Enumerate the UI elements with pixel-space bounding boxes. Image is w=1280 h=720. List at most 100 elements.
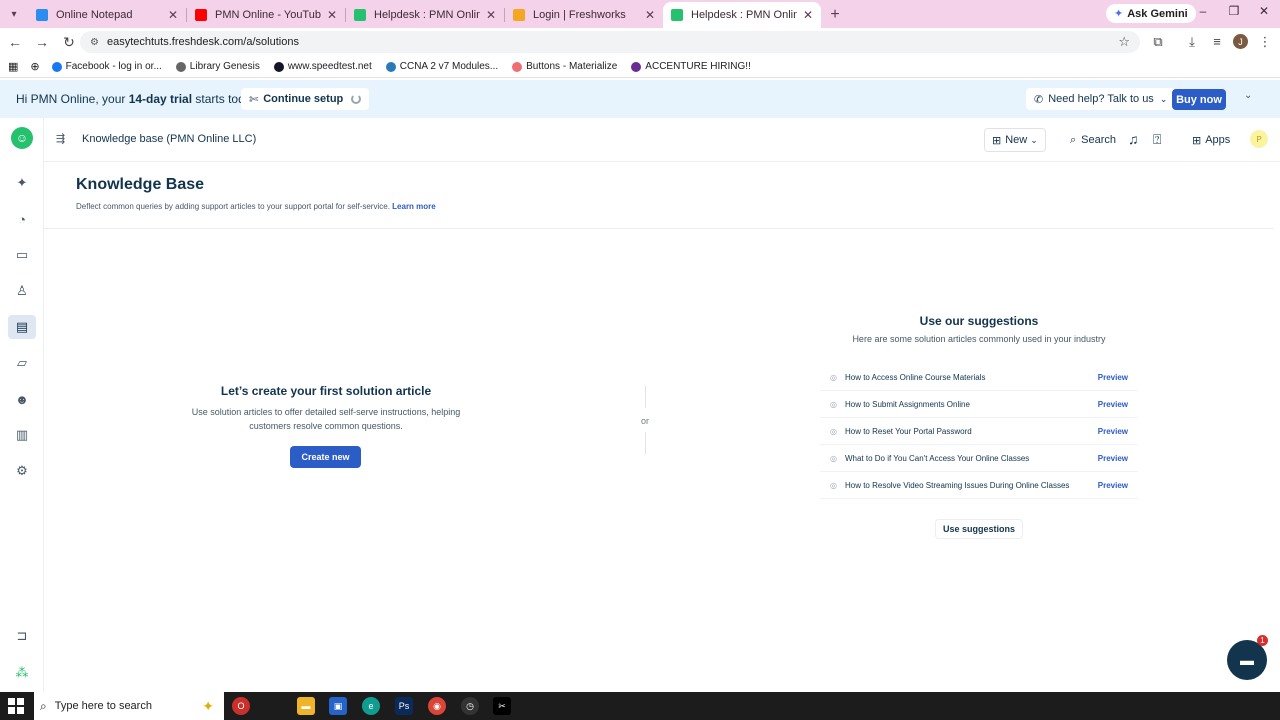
capcut-icon[interactable]: ✂ [493,697,511,715]
opera-icon[interactable]: O [232,697,250,715]
user-avatar[interactable]: P [1250,130,1268,148]
tab-title: Login | Freshworks [533,9,626,21]
freshworks-apps-icon[interactable]: ⁂ [12,663,32,683]
preview-link[interactable]: Preview [1098,427,1128,436]
store-icon[interactable]: ▣ [329,697,347,715]
bookmark-star-icon[interactable]: ☆ [1118,34,1130,50]
browser-tab[interactable]: Helpdesk : PMN Online LLC ✕ [346,2,504,28]
suggestion-title: How to Access Online Course Materials [844,372,986,382]
url-text[interactable]: easytechtuts.freshdesk.com/a/solutions [107,36,299,48]
edge-icon[interactable]: e [362,697,380,715]
create-new-button[interactable]: Create new [290,446,361,468]
freshdesk-logo-icon[interactable]: ☺ [11,127,33,149]
bookmark-label: CCNA 2 v7 Modules... [399,61,499,72]
bookmark-item[interactable]: ACCENTURE HIRING!! [631,61,751,72]
bookmark-item[interactable]: Facebook - log in or... [51,61,162,72]
forward-icon[interactable]: → [30,34,54,50]
preview-link[interactable]: Preview [1098,454,1128,463]
search-icon: ⌕ [40,698,47,713]
tab-close-icon[interactable]: ✕ [327,8,337,22]
sidebar-item-tickets-icon[interactable]: ▭ [12,245,32,265]
kb-menu-icon[interactable]: ⇶ [56,132,65,145]
reload-icon[interactable]: ↻ [57,34,81,51]
suggestions-list: ◎ How to Access Online Course Materials Pr… [820,364,1138,499]
media-player-icon[interactable]: ◷ [461,697,479,715]
tab-close-icon[interactable]: ✕ [486,8,496,22]
bookmark-label: Buttons - Materialize [526,61,618,72]
chrome-icon[interactable]: ◉ [428,697,446,715]
minimize-icon[interactable]: – [1193,4,1213,18]
sidebar-item-ai-icon[interactable]: ✦ [12,173,32,193]
apps-grid-icon[interactable]: ▦ [8,60,18,73]
bookmark-item[interactable]: www.speedtest.net [273,61,372,72]
browser-tab[interactable]: PMN Online - YouTube ✕ [187,2,345,28]
sidebar-item-contacts-icon[interactable]: ♙ [12,281,32,301]
sidebar-item-forums-icon[interactable]: ▱ [12,353,32,373]
search-button[interactable]: ⌕ Search [1062,128,1125,152]
sidebar-expand-icon[interactable]: ⊐ [12,626,32,646]
sidebar-item-bots-icon[interactable]: ☻ [12,389,32,409]
download-icon[interactable]: ⤓ [1183,34,1201,50]
browser-tab[interactable]: Helpdesk : PMN Online LLC ✕ [663,2,821,28]
tab-search-icon[interactable]: ▾ [0,0,28,28]
apps-button[interactable]: ⊞ Apps [1184,128,1239,152]
continue-setup-button[interactable]: ✄ Continue setup [241,88,370,110]
article-icon: ◎ [830,399,837,409]
profile-avatar[interactable]: J [1233,34,1248,49]
file-explorer-icon[interactable]: ▬ [297,697,315,715]
notifications-bell-icon[interactable]: ♫ [1128,131,1139,147]
bookmark-item[interactable]: Library Genesis [175,61,260,72]
bookmark-favicon-icon [175,61,186,72]
tab-close-icon[interactable]: ✕ [803,8,813,22]
reading-list-icon[interactable]: ≡ [1208,34,1226,49]
sidebar-item-settings-icon[interactable]: ⚙ [12,461,32,481]
browser-tab[interactable]: Online Notepad ✕ [28,2,186,28]
browser-tab[interactable]: Login | Freshworks ✕ [505,2,663,28]
suggestion-row: ◎ How to Reset Your Portal Password Previe… [820,418,1138,445]
photoshop-icon[interactable]: Ps [395,697,413,715]
trial-banner: Hi PMN Online, your 14-day trial starts … [0,80,1280,118]
help-icon[interactable]: ⍰ [1153,131,1161,148]
tab-close-icon[interactable]: ✕ [168,8,178,22]
windows-start-icon[interactable] [8,698,24,714]
bookmark-item[interactable]: Buttons - Materialize [512,61,617,72]
suggestion-row: ◎ How to Resolve Video Streaming Issues D… [820,472,1138,499]
collapse-banner-icon[interactable]: ⌄ [1244,90,1252,101]
close-window-icon[interactable]: ✕ [1254,4,1274,18]
suggestions-subtitle: Here are some solution articles commonly… [852,334,1106,344]
extensions-icon[interactable]: ⧉ [1149,34,1167,50]
sidebar-item-dashboard-icon[interactable]: ◔ [12,209,32,229]
use-suggestions-button[interactable]: Use suggestions [935,519,1023,539]
chat-widget-button[interactable]: ▬ [1227,640,1267,680]
tab-close-icon[interactable]: ✕ [645,8,655,22]
need-help-button[interactable]: ✆ Need help? Talk to us ⌄ [1026,88,1176,110]
loading-spinner-icon [351,94,362,104]
or-divider-bottom [645,432,646,454]
ask-gemini-button[interactable]: ✦ Ask Gemini [1106,4,1196,23]
new-tab-button[interactable]: + [821,2,849,28]
sidebar-item-reports-icon[interactable]: ▥ [12,425,32,445]
learn-more-link[interactable]: Learn more [392,202,436,211]
preview-link[interactable]: Preview [1098,400,1128,409]
create-article-description: Use solution articles to offer detailed … [191,407,461,431]
site-info-icon[interactable]: ⚙ [90,37,99,48]
sidebar-item-knowledge-base-icon[interactable]: ▤ [8,315,36,339]
apps-icon: ⊞ [1192,134,1202,147]
preview-link[interactable]: Preview [1098,373,1128,382]
browser-tabstrip: ▾ Online Notepad ✕ PMN Online - YouTube ✕ He… [0,0,1280,28]
new-button[interactable]: ⊞ New ⌄ [984,128,1046,152]
bookmark-favicon-icon [51,61,62,72]
bookmark-favicon-icon [512,61,523,72]
tab-favicon-icon [36,9,48,21]
buy-now-button[interactable]: Buy now [1172,89,1226,110]
suggestion-title: What to Do if You Can't Access Your Onli… [844,453,1030,463]
globe-icon[interactable]: ⊕ [30,60,39,73]
back-icon[interactable]: ← [3,34,27,50]
restore-icon[interactable]: ❐ [1224,4,1244,18]
trial-greeting: Hi PMN Online, your 14-day trial starts … [16,92,260,106]
omnibox[interactable]: ⚙ easytechtuts.freshdesk.com/a/solutions… [80,31,1140,53]
preview-link[interactable]: Preview [1098,481,1128,490]
taskbar-search-box[interactable]: ⌕ Type here to search ✦ [34,692,224,720]
bookmark-item[interactable]: CCNA 2 v7 Modules... [385,61,499,72]
browser-menu-icon[interactable]: ⋮ [1256,34,1274,50]
